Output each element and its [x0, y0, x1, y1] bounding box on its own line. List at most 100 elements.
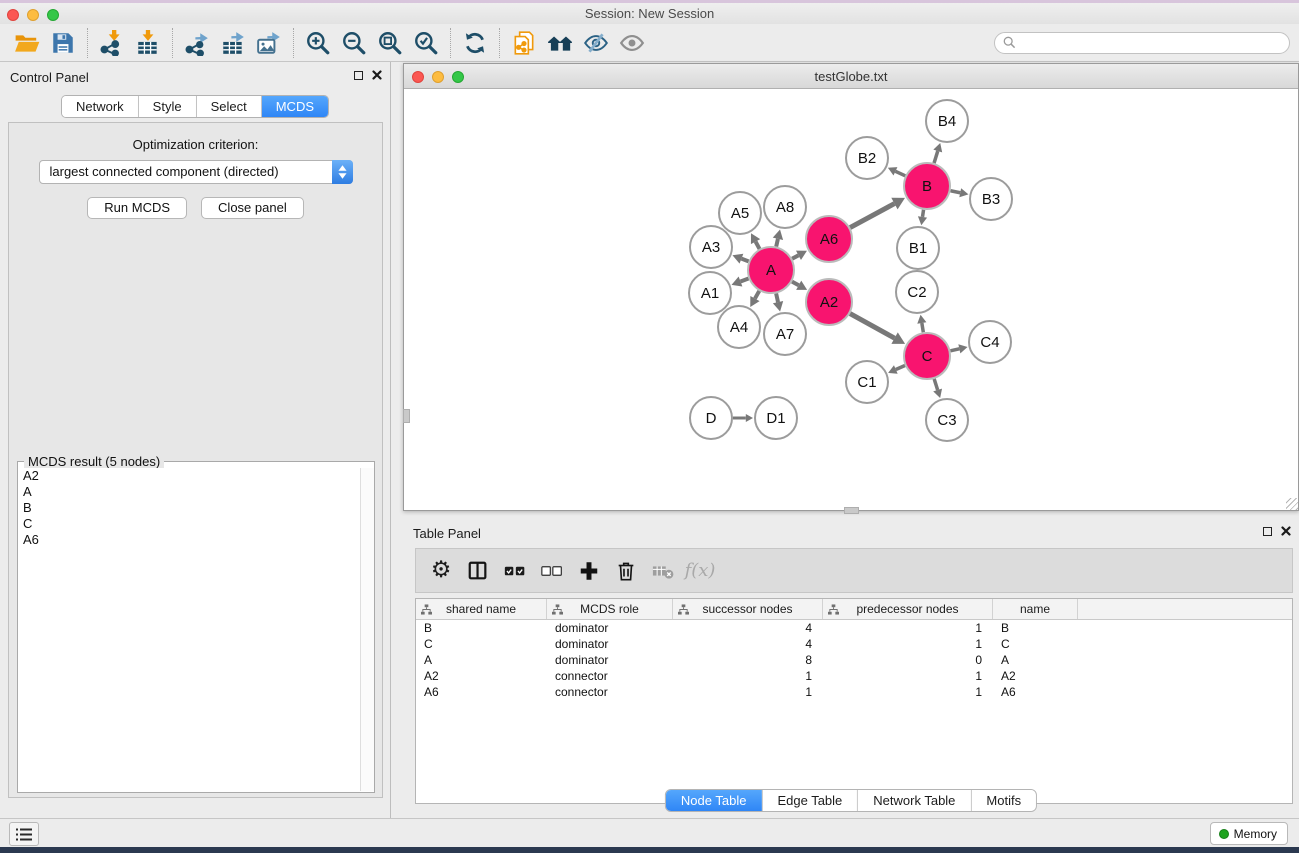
- float-table-panel-icon[interactable]: [1263, 527, 1272, 536]
- mcds-result-item[interactable]: A6: [19, 532, 359, 548]
- table-cell: 1: [823, 685, 993, 699]
- zoom-out-button[interactable]: [336, 27, 372, 59]
- graph-edge-B-B4: [934, 151, 938, 163]
- column-header-successor-nodes[interactable]: successor nodes: [673, 599, 823, 619]
- show-all-button[interactable]: [614, 27, 650, 59]
- toolbar-divider: [499, 28, 500, 58]
- delete-columns-button[interactable]: [611, 555, 641, 587]
- network-window: testGlobe.txt B4B2BB3A8A5A6A3B1AA1C2A2A4…: [403, 63, 1299, 511]
- float-panel-icon[interactable]: [354, 71, 363, 80]
- table-row[interactable]: A2connector11A2: [416, 668, 1292, 684]
- hide-selected-button[interactable]: [578, 27, 614, 59]
- mcds-result-title: MCDS result (5 nodes): [24, 454, 164, 469]
- import-network-button[interactable]: [94, 27, 130, 59]
- close-table-panel-icon[interactable]: [1281, 526, 1291, 536]
- column-header-mcds-role[interactable]: MCDS role: [547, 599, 673, 619]
- refresh-button[interactable]: [457, 27, 493, 59]
- export-image-button[interactable]: [251, 27, 287, 59]
- graph-edge-A-A8: [776, 239, 778, 247]
- open-session-button[interactable]: [9, 27, 45, 59]
- function-builder-button[interactable]: f(x): [685, 555, 715, 587]
- export-table-button[interactable]: [215, 27, 251, 59]
- column-header-shared-name[interactable]: shared name: [416, 599, 547, 619]
- mcds-result-item[interactable]: C: [19, 516, 359, 532]
- network-canvas[interactable]: B4B2BB3A8A5A6A3B1AA1C2A2A4A7C4CC1C3DD1: [404, 89, 1298, 510]
- create-column-button[interactable]: [574, 555, 604, 587]
- zoom-fit-icon: [377, 30, 403, 56]
- close-panel-icon[interactable]: [372, 70, 382, 80]
- mcds-result-groupbox: MCDS result (5 nodes) A2ABCA6: [17, 461, 375, 793]
- table-row[interactable]: Bdominator41B: [416, 620, 1292, 636]
- eye-icon: [619, 30, 645, 56]
- selected-option: largest connected component (directed): [50, 164, 279, 179]
- mcds-result-item[interactable]: A2: [19, 468, 359, 484]
- network-close-button[interactable]: [412, 71, 424, 83]
- export-network-icon: [184, 30, 210, 56]
- tab-style[interactable]: Style: [139, 96, 197, 117]
- horizontal-scroll-thumb[interactable]: [844, 507, 859, 514]
- table-row[interactable]: Adominator80A: [416, 652, 1292, 668]
- eye-slash-icon: [583, 30, 609, 56]
- run-mcds-button[interactable]: Run MCDS: [87, 197, 187, 219]
- graph-node-label: B4: [938, 113, 956, 130]
- desktop-wallpaper-bottom: [0, 847, 1299, 853]
- window-resize-grip[interactable]: [1286, 498, 1298, 510]
- control-panel-title: Control Panel: [10, 70, 89, 85]
- vertical-scroll-thumb[interactable]: [403, 409, 410, 423]
- table-settings-button[interactable]: ⚙: [426, 555, 456, 587]
- table-row[interactable]: A6connector11A6: [416, 684, 1292, 700]
- tab-select[interactable]: Select: [197, 96, 262, 117]
- mcds-result-scrollbar[interactable]: [360, 468, 374, 791]
- network-minimize-button[interactable]: [432, 71, 444, 83]
- close-panel-button[interactable]: Close panel: [201, 197, 304, 219]
- toolbar-divider: [293, 28, 294, 58]
- show-log-button[interactable]: [9, 822, 39, 846]
- graph-node-label: C2: [907, 284, 926, 301]
- tab-node-table[interactable]: Node Table: [666, 790, 763, 811]
- tab-motifs[interactable]: Motifs: [971, 790, 1036, 811]
- tab-edge-table[interactable]: Edge Table: [762, 790, 858, 811]
- mcds-result-item[interactable]: B: [19, 500, 359, 516]
- zoom-fit-button[interactable]: [372, 27, 408, 59]
- delete-table-button[interactable]: [648, 555, 678, 587]
- show-columns-button[interactable]: [463, 555, 493, 587]
- network-window-titlebar[interactable]: testGlobe.txt: [404, 64, 1298, 89]
- zoom-in-button[interactable]: [300, 27, 336, 59]
- table-header-row: shared name MCDS role successor nodes pr…: [416, 599, 1292, 620]
- table-cell: 1: [673, 669, 823, 683]
- zoom-selected-icon: [413, 30, 439, 56]
- table-cell: dominator: [547, 637, 673, 651]
- toolbar-divider: [87, 28, 88, 58]
- column-header-predecessor-nodes[interactable]: predecessor nodes: [823, 599, 993, 619]
- mcds-result-item[interactable]: A: [19, 484, 359, 500]
- checked-boxes-icon: [504, 560, 526, 582]
- tab-network-table[interactable]: Network Table: [858, 790, 971, 811]
- memory-button[interactable]: Memory: [1210, 822, 1288, 845]
- close-window-button[interactable]: [7, 9, 19, 21]
- table-cell: dominator: [547, 653, 673, 667]
- select-all-columns-button[interactable]: [500, 555, 530, 587]
- first-neighbors-button[interactable]: [542, 27, 578, 59]
- search-input[interactable]: [1021, 36, 1281, 50]
- tab-mcds[interactable]: MCDS: [262, 96, 328, 117]
- graph-node-label: B1: [909, 240, 927, 257]
- import-network-icon: [99, 30, 125, 56]
- export-network-button[interactable]: [179, 27, 215, 59]
- network-graph: B4B2BB3A8A5A6A3B1AA1C2A2A4A7C4CC1C3DD1: [404, 89, 1298, 510]
- column-header-name[interactable]: name: [993, 599, 1078, 619]
- tab-network[interactable]: Network: [62, 96, 139, 117]
- table-row[interactable]: Cdominator41C: [416, 636, 1292, 652]
- network-zoom-button[interactable]: [452, 71, 464, 83]
- minimize-window-button[interactable]: [27, 9, 39, 21]
- zoom-window-button[interactable]: [47, 9, 59, 21]
- graph-edge-arrowhead: [918, 216, 927, 225]
- zoom-selected-button[interactable]: [408, 27, 444, 59]
- table-cell: 8: [673, 653, 823, 667]
- optimization-criterion-select[interactable]: largest connected component (directed): [39, 160, 353, 184]
- new-network-from-selection-button[interactable]: [506, 27, 542, 59]
- save-session-button[interactable]: [45, 27, 81, 59]
- search-field[interactable]: [994, 32, 1290, 54]
- delete-table-icon: [652, 560, 674, 582]
- unselect-all-columns-button[interactable]: [537, 555, 567, 587]
- import-table-button[interactable]: [130, 27, 166, 59]
